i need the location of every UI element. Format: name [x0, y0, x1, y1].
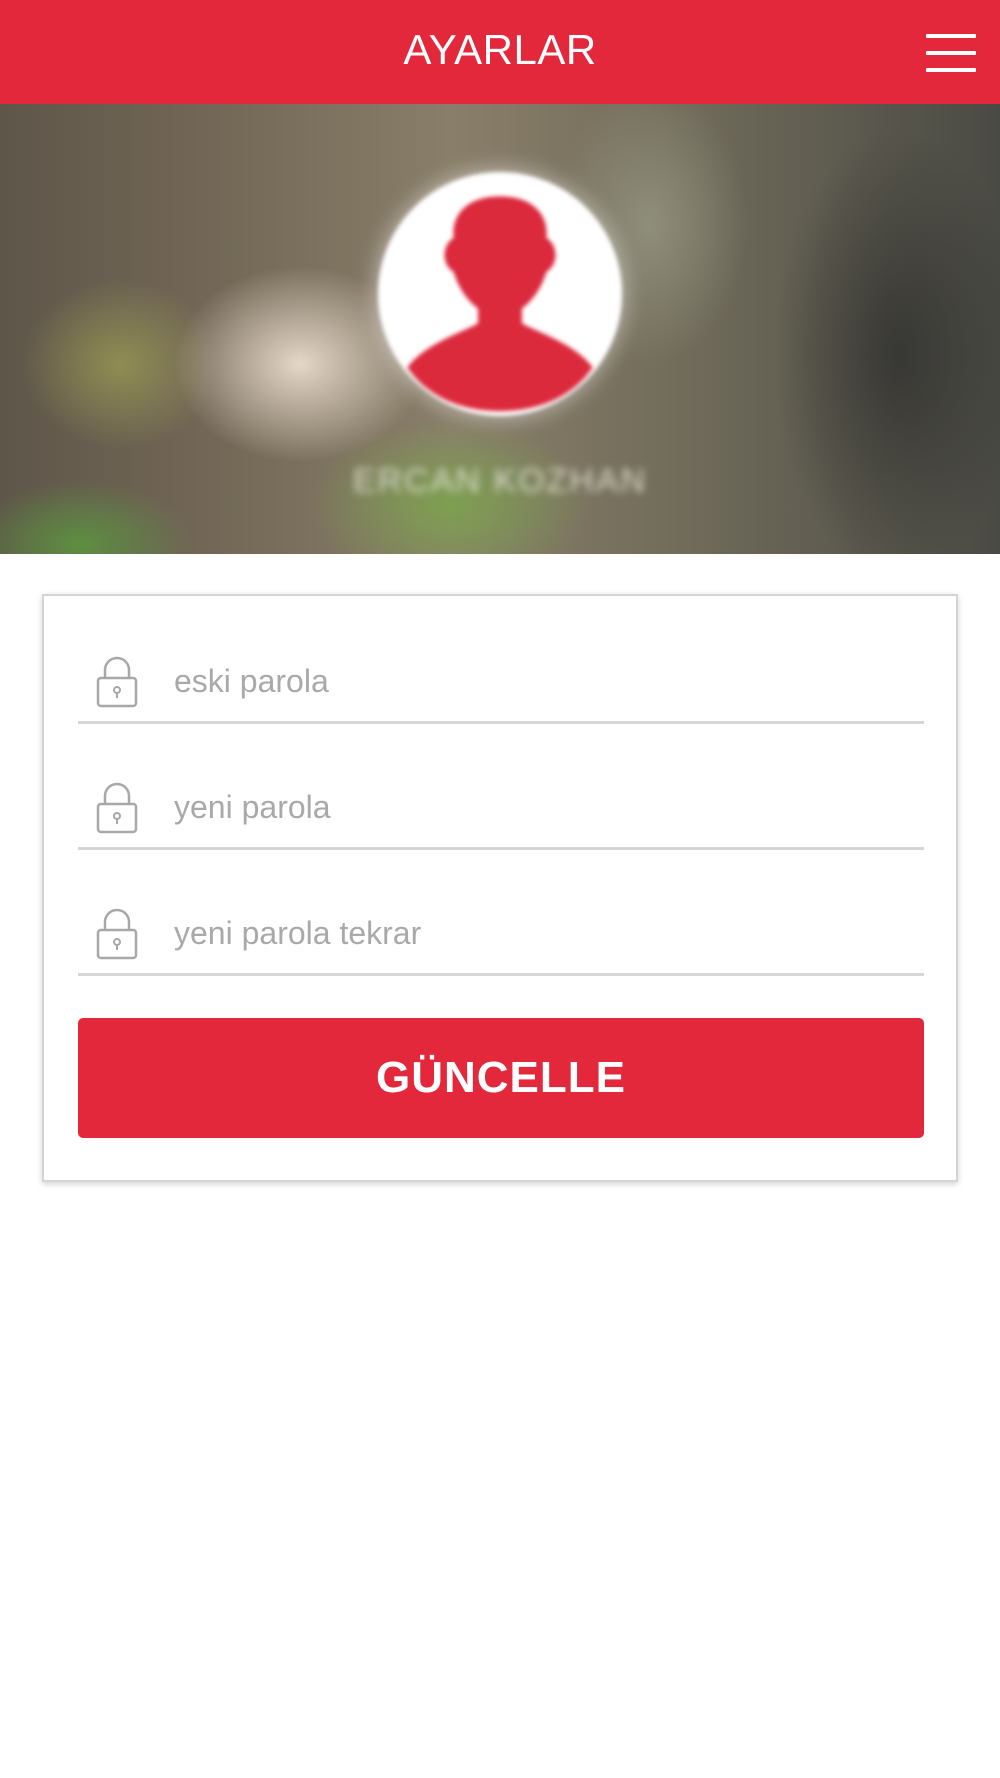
old-password-input[interactable] — [174, 656, 914, 706]
profile-banner: ERCAN KOZHAN — [0, 104, 1000, 554]
avatar — [378, 172, 622, 416]
page-title: AYARLAR — [403, 26, 597, 73]
confirm-password-field — [78, 848, 924, 976]
profile-name: ERCAN KOZHAN — [352, 462, 648, 500]
lock-icon — [96, 656, 138, 708]
update-button[interactable]: GÜNCELLE — [78, 1018, 924, 1138]
confirm-password-input[interactable] — [174, 908, 914, 958]
new-password-field — [78, 722, 924, 850]
user-silhouette-icon — [378, 172, 622, 416]
app-header: AYARLAR — [0, 0, 1000, 104]
hamburger-menu-icon[interactable] — [926, 34, 976, 72]
password-form-card: GÜNCELLE — [42, 594, 958, 1182]
lock-icon — [96, 908, 138, 960]
lock-icon — [96, 782, 138, 834]
old-password-field — [78, 596, 924, 724]
new-password-input[interactable] — [174, 782, 914, 832]
